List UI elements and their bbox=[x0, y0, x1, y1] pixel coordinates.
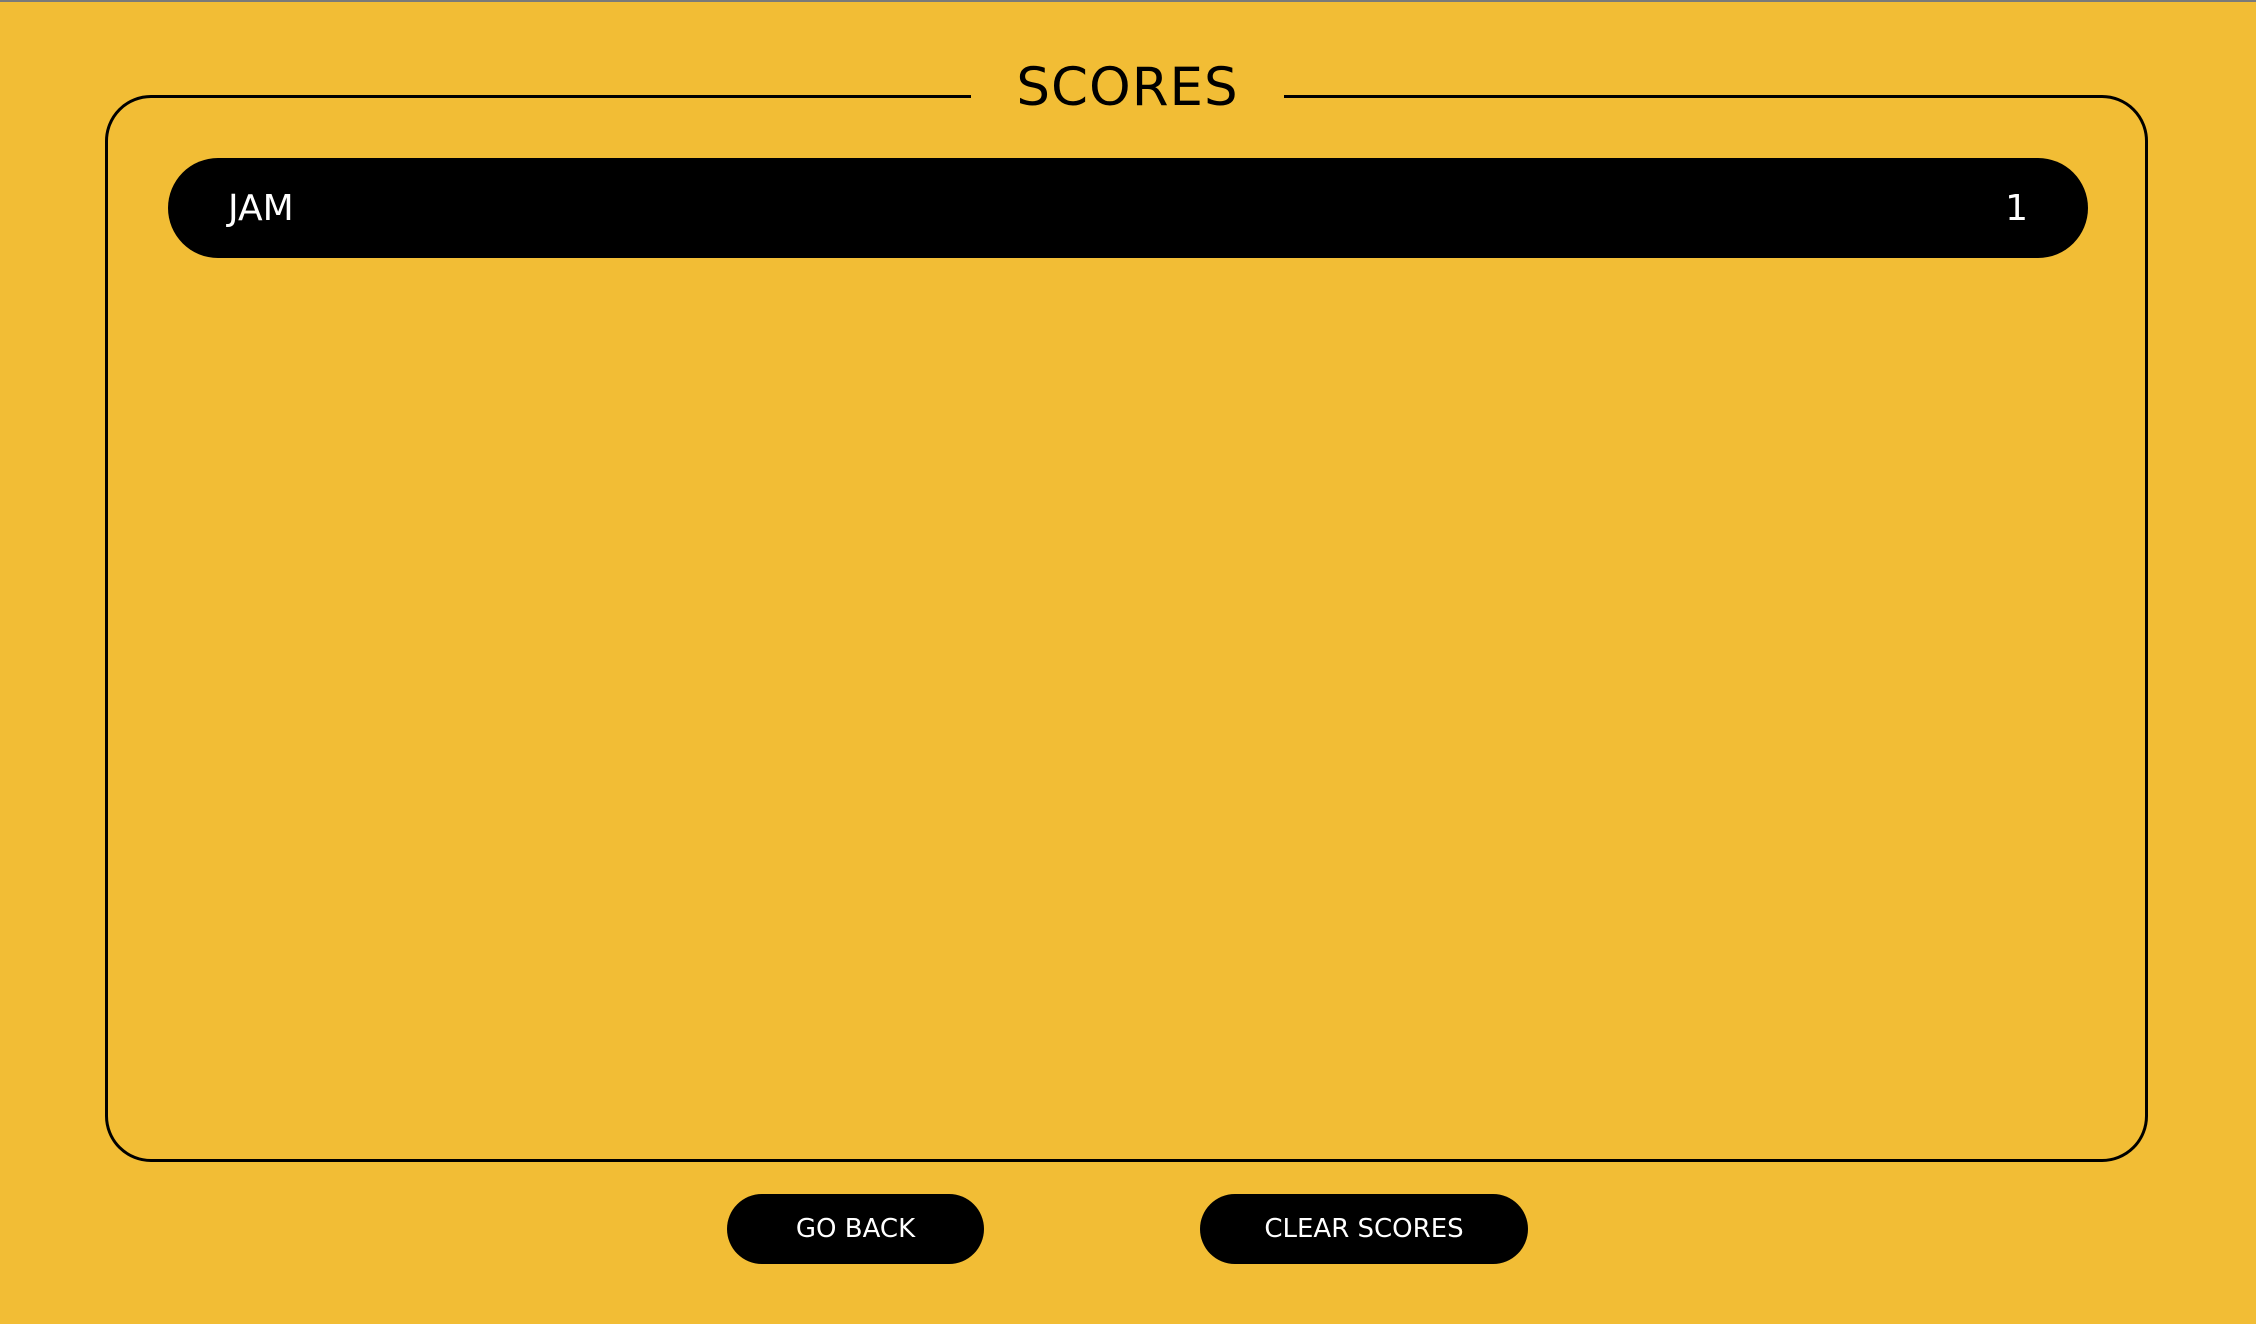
player-name: JAM bbox=[228, 187, 294, 229]
go-back-button[interactable]: GO BACK bbox=[727, 1194, 984, 1264]
score-row: JAM 1 bbox=[168, 158, 2088, 258]
player-score: 1 bbox=[2005, 187, 2028, 229]
top-border bbox=[0, 0, 2256, 2]
score-list: JAM 1 bbox=[168, 158, 2088, 258]
clear-scores-button[interactable]: CLEAR SCORES bbox=[1200, 1194, 1528, 1264]
page-title: SCORES bbox=[971, 50, 1284, 126]
